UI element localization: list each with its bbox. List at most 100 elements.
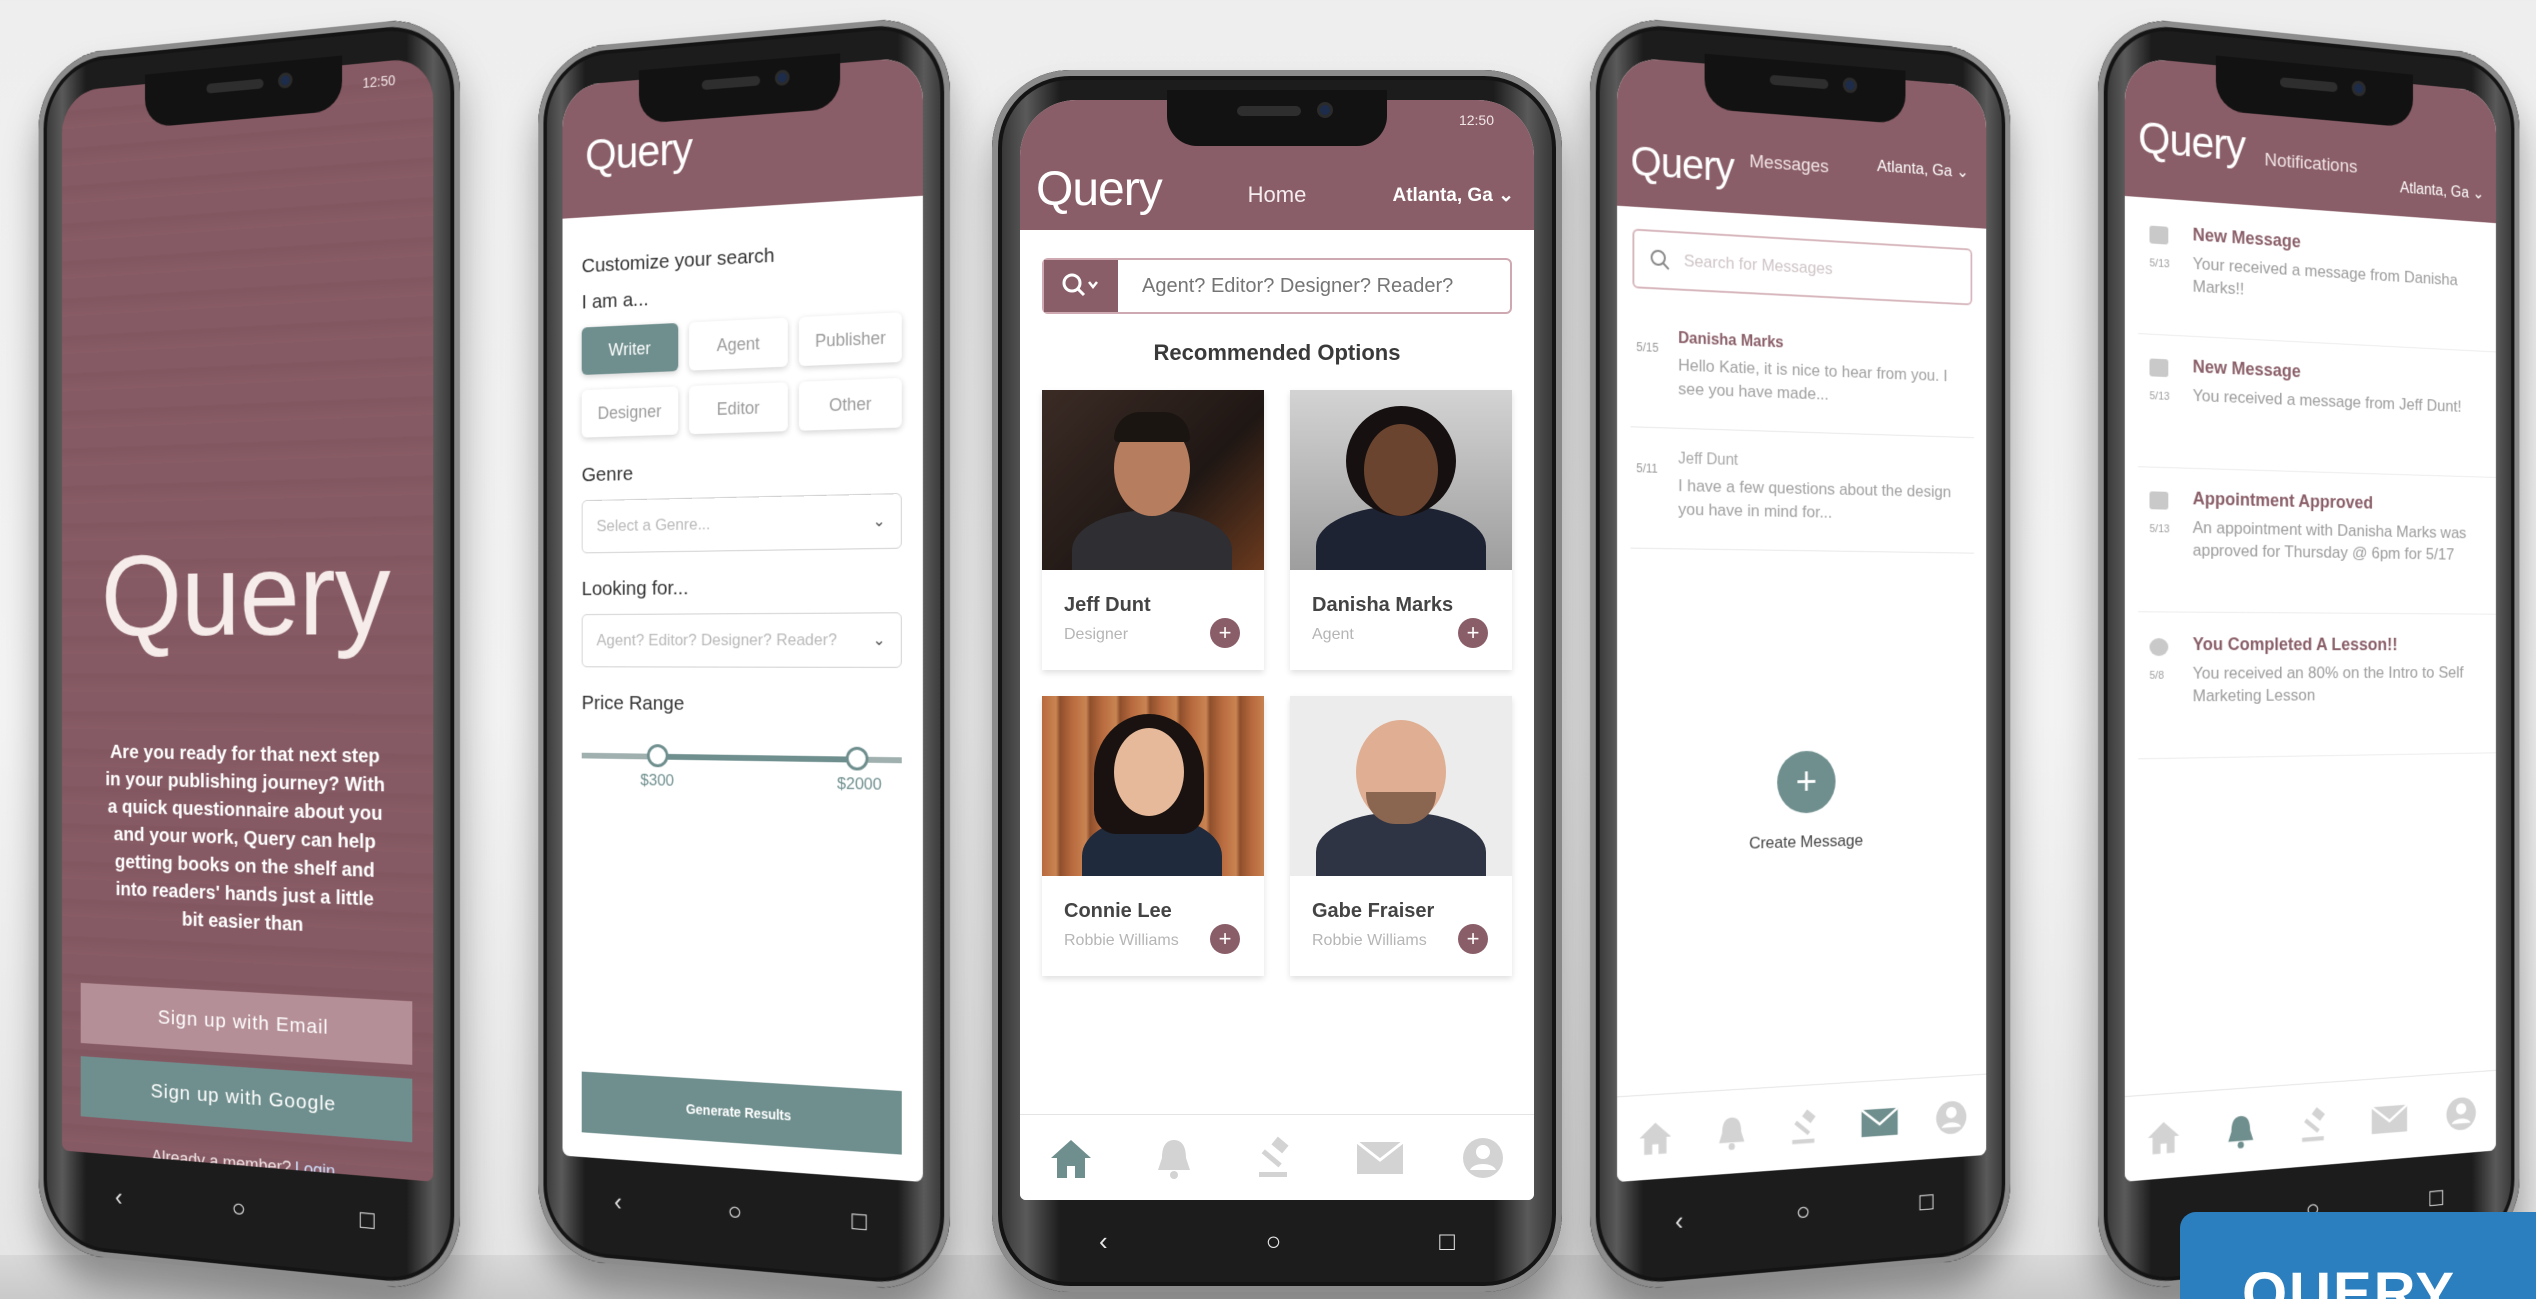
back-icon[interactable]: ‹ xyxy=(1675,1205,1683,1236)
check-circle-icon xyxy=(2149,638,2169,656)
message-row[interactable]: 5/11 Jeff Dunt I have a few questions ab… xyxy=(1630,439,1975,554)
home-circle-icon[interactable]: ○ xyxy=(232,1192,246,1223)
role-chips: Writer Agent Publisher Designer Editor O… xyxy=(581,312,902,438)
notification-item[interactable]: 5/13 New Message You received a message … xyxy=(2138,340,2496,478)
tab-messages[interactable] xyxy=(1352,1130,1408,1186)
message-search[interactable]: Search for Messages xyxy=(1632,228,1973,306)
profile-card[interactable]: Jeff Dunt Designer + xyxy=(1042,390,1264,670)
back-icon[interactable]: ‹ xyxy=(115,1182,122,1212)
tab-profile[interactable] xyxy=(1455,1130,1511,1186)
role-chip-agent[interactable]: Agent xyxy=(688,317,789,371)
home-circle-icon[interactable]: ○ xyxy=(1266,1226,1282,1257)
search-bar xyxy=(1042,258,1512,314)
tab-auction[interactable] xyxy=(1781,1098,1832,1156)
notification-item[interactable]: 5/13 Appointment Approved An appointment… xyxy=(2138,473,2496,615)
role-chip-publisher[interactable]: Publisher xyxy=(799,312,902,367)
page-title: Messages xyxy=(1749,151,1829,178)
profile-card[interactable]: Connie Lee Robbie Williams + xyxy=(1042,696,1264,976)
signup-email-button[interactable]: Sign up with Email xyxy=(80,982,413,1065)
recents-icon[interactable]: □ xyxy=(1439,1226,1455,1257)
looking-select[interactable]: Agent? Editor? Designer? Reader? ⌄ xyxy=(581,612,902,668)
tab-notifications[interactable] xyxy=(1706,1103,1758,1161)
back-icon[interactable]: ‹ xyxy=(614,1187,622,1217)
notification-item[interactable]: 5/13 New Message Your received a message… xyxy=(2138,206,2496,353)
tab-home[interactable] xyxy=(1043,1130,1099,1186)
notification-body: An appointment with Danisha Marks was ap… xyxy=(2192,518,2467,564)
location-dropdown[interactable]: Atlanta, Ga ⌄ xyxy=(1877,157,1969,183)
tab-auction[interactable] xyxy=(1249,1130,1305,1186)
slider-min-handle[interactable] xyxy=(646,744,668,768)
tab-notifications[interactable] xyxy=(2215,1101,2266,1160)
add-button[interactable]: + xyxy=(1458,618,1488,648)
recents-icon[interactable]: □ xyxy=(2429,1182,2443,1213)
recents-icon[interactable]: □ xyxy=(1919,1186,1933,1217)
tab-notifications[interactable] xyxy=(1146,1130,1202,1186)
create-message[interactable]: + Create Message xyxy=(1617,749,1986,858)
role-chip-other[interactable]: Other xyxy=(799,377,902,431)
search-icon xyxy=(1062,273,1098,297)
page-title: Notifications xyxy=(2264,149,2358,178)
home-circle-icon[interactable]: ○ xyxy=(1796,1195,1810,1226)
recents-icon[interactable]: □ xyxy=(852,1205,867,1237)
calendar-icon xyxy=(2149,491,2169,510)
profile-icon xyxy=(2446,1095,2476,1131)
search-icon xyxy=(1650,248,1671,271)
profile-photo xyxy=(1042,696,1264,876)
profile-card[interactable]: Danisha Marks Agent + xyxy=(1290,390,1512,670)
tab-profile[interactable] xyxy=(2437,1085,2485,1141)
tab-home[interactable] xyxy=(2138,1107,2191,1167)
chevron-down-icon: ⌄ xyxy=(872,513,886,531)
message-row[interactable]: 5/15 Danisha Marks Hello Katie, it is ni… xyxy=(1630,317,1975,439)
location-label: Atlanta, Ga xyxy=(1392,185,1493,206)
phone-messages: Query Messages Atlanta, Ga ⌄ Search for … xyxy=(1590,14,2011,1294)
tab-auction[interactable] xyxy=(2291,1096,2341,1154)
message-preview: Hello Katie, it is nice to hear from you… xyxy=(1678,355,1948,404)
phone-notch xyxy=(1167,90,1387,146)
message-sender: Jeff Dunt xyxy=(1678,450,1739,469)
home-circle-icon[interactable]: ○ xyxy=(728,1195,742,1226)
location-label: Atlanta, Ga xyxy=(2400,179,2469,202)
phone-notifications: Query Notifications Atlanta, Ga ⌄ 5/13 N… xyxy=(2098,14,2520,1294)
profile-icon xyxy=(1935,1099,1967,1135)
add-button[interactable]: + xyxy=(1210,924,1240,954)
profile-name: Gabe Fraiser xyxy=(1312,900,1435,922)
tab-home[interactable] xyxy=(1629,1108,1682,1167)
recents-icon[interactable]: □ xyxy=(360,1204,375,1236)
mail-icon xyxy=(1860,1103,1899,1137)
signup-google-button[interactable]: Sign up with Google xyxy=(80,1056,413,1143)
notification-body: Your received a message from Danisha Mar… xyxy=(2192,254,2458,299)
role-chip-editor[interactable]: Editor xyxy=(688,382,789,435)
slider-max-handle[interactable] xyxy=(845,746,869,771)
recommended-grid: Jeff Dunt Designer + Danisha Marks Agent… xyxy=(1042,390,1512,976)
looking-placeholder: Agent? Editor? Designer? Reader? xyxy=(596,630,837,650)
chevron-down-icon: ⌄ xyxy=(1498,185,1514,206)
price-min-label: $300 xyxy=(640,770,675,790)
add-button[interactable]: + xyxy=(1458,924,1488,954)
location-dropdown[interactable]: Atlanta, Ga ⌄ xyxy=(1392,184,1514,207)
genre-select[interactable]: Select a Genre... ⌄ xyxy=(581,493,902,554)
role-chip-writer[interactable]: Writer xyxy=(581,322,678,375)
phone-customize: Query Customize your search I am a... Wr… xyxy=(538,14,950,1294)
profile-name: Jeff Dunt xyxy=(1064,594,1151,616)
search-filter-button[interactable] xyxy=(1044,260,1118,312)
plus-icon[interactable]: + xyxy=(1777,750,1836,814)
role-chip-designer[interactable]: Designer xyxy=(581,386,678,438)
welcome-pitch: Are you ready for that next step in your… xyxy=(105,741,385,936)
profile-card[interactable]: Gabe Fraiser Robbie Williams + xyxy=(1290,696,1512,976)
gavel-icon xyxy=(1258,1136,1289,1177)
customize-heading: Customize your search xyxy=(581,244,775,278)
tab-messages[interactable] xyxy=(1854,1093,1904,1150)
chevron-down-icon: ⌄ xyxy=(872,632,886,650)
price-max-label: $2000 xyxy=(837,774,882,794)
back-icon[interactable]: ‹ xyxy=(1099,1226,1108,1257)
notification-item[interactable]: 5/8 You Completed A Lesson!! You receive… xyxy=(2138,620,2496,760)
add-button[interactable]: + xyxy=(1210,618,1240,648)
location-dropdown[interactable]: Atlanta, Ga ⌄ xyxy=(2400,178,2484,203)
tab-messages[interactable] xyxy=(2365,1090,2414,1147)
search-input[interactable] xyxy=(1118,260,1510,312)
home-icon xyxy=(1639,1121,1672,1155)
profile-photo xyxy=(1290,390,1512,570)
tab-profile[interactable] xyxy=(1926,1089,1975,1146)
price-slider[interactable]: $300 $2000 xyxy=(581,728,902,795)
profile-role: Agent xyxy=(1312,626,1354,643)
